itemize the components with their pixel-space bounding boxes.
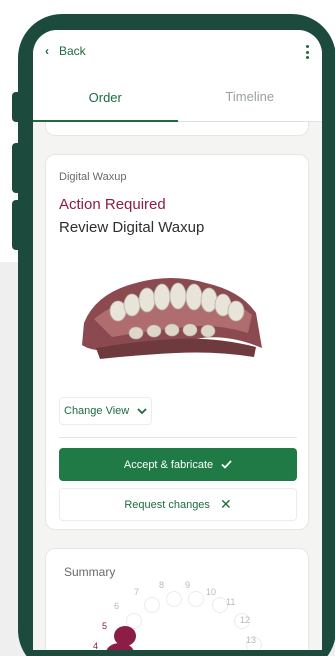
digital-waxup-card: Digital Waxup Action Required Review Dig…	[45, 154, 309, 530]
summary-title: Summary	[64, 565, 116, 579]
tooth-number: 6	[114, 601, 120, 611]
tab-bar: Order Timeline	[33, 72, 322, 122]
tooth-number: 10	[206, 587, 217, 597]
summary-card: Summary 4 5 6 7 8 9 10 11 12 13	[45, 548, 309, 650]
app-screen: ‹ Back Order Timeline Digital Waxup Acti…	[33, 30, 322, 650]
tab-timeline[interactable]: Timeline	[177, 72, 322, 122]
check-icon	[221, 460, 232, 469]
chevron-left-icon: ‹	[45, 44, 49, 58]
tooth-number: 5	[102, 621, 108, 631]
tooth-number: 13	[246, 635, 257, 645]
accept-fabricate-button[interactable]: Accept & fabricate	[59, 448, 297, 481]
back-button[interactable]: ‹ Back	[45, 44, 86, 58]
tooth-circle[interactable]	[166, 591, 182, 607]
previous-card	[45, 122, 309, 136]
tooth-circle[interactable]	[144, 597, 160, 613]
status-text: Action Required	[59, 196, 166, 213]
top-bar: ‹ Back	[33, 30, 322, 72]
card-label: Digital Waxup	[59, 171, 127, 183]
back-label: Back	[59, 44, 86, 58]
dental-model-image[interactable]	[76, 253, 266, 363]
request-changes-button[interactable]: Request changes ✕	[59, 488, 297, 521]
tooth-number: 12	[240, 615, 251, 625]
tab-order[interactable]: Order	[33, 72, 178, 122]
change-view-dropdown[interactable]: Change View	[59, 397, 153, 425]
change-view-label: Change View	[64, 405, 130, 417]
tooth-number: 9	[185, 580, 191, 590]
divider	[59, 437, 297, 438]
tab-label: Order	[88, 89, 122, 105]
tooth-number: 4	[93, 641, 99, 650]
card-title: Review Digital Waxup	[59, 219, 205, 236]
tab-label: Timeline	[225, 89, 275, 104]
tooth-circle[interactable]	[188, 591, 204, 607]
tooth-number: 8	[159, 580, 165, 590]
more-options-icon[interactable]	[306, 45, 310, 59]
accept-label: Accept & fabricate	[123, 458, 214, 471]
tooth-number: 11	[226, 597, 236, 607]
tooth-number: 7	[134, 587, 140, 597]
chevron-down-icon	[137, 408, 147, 415]
close-icon: ✕	[219, 496, 232, 512]
request-label: Request changes	[124, 498, 210, 511]
